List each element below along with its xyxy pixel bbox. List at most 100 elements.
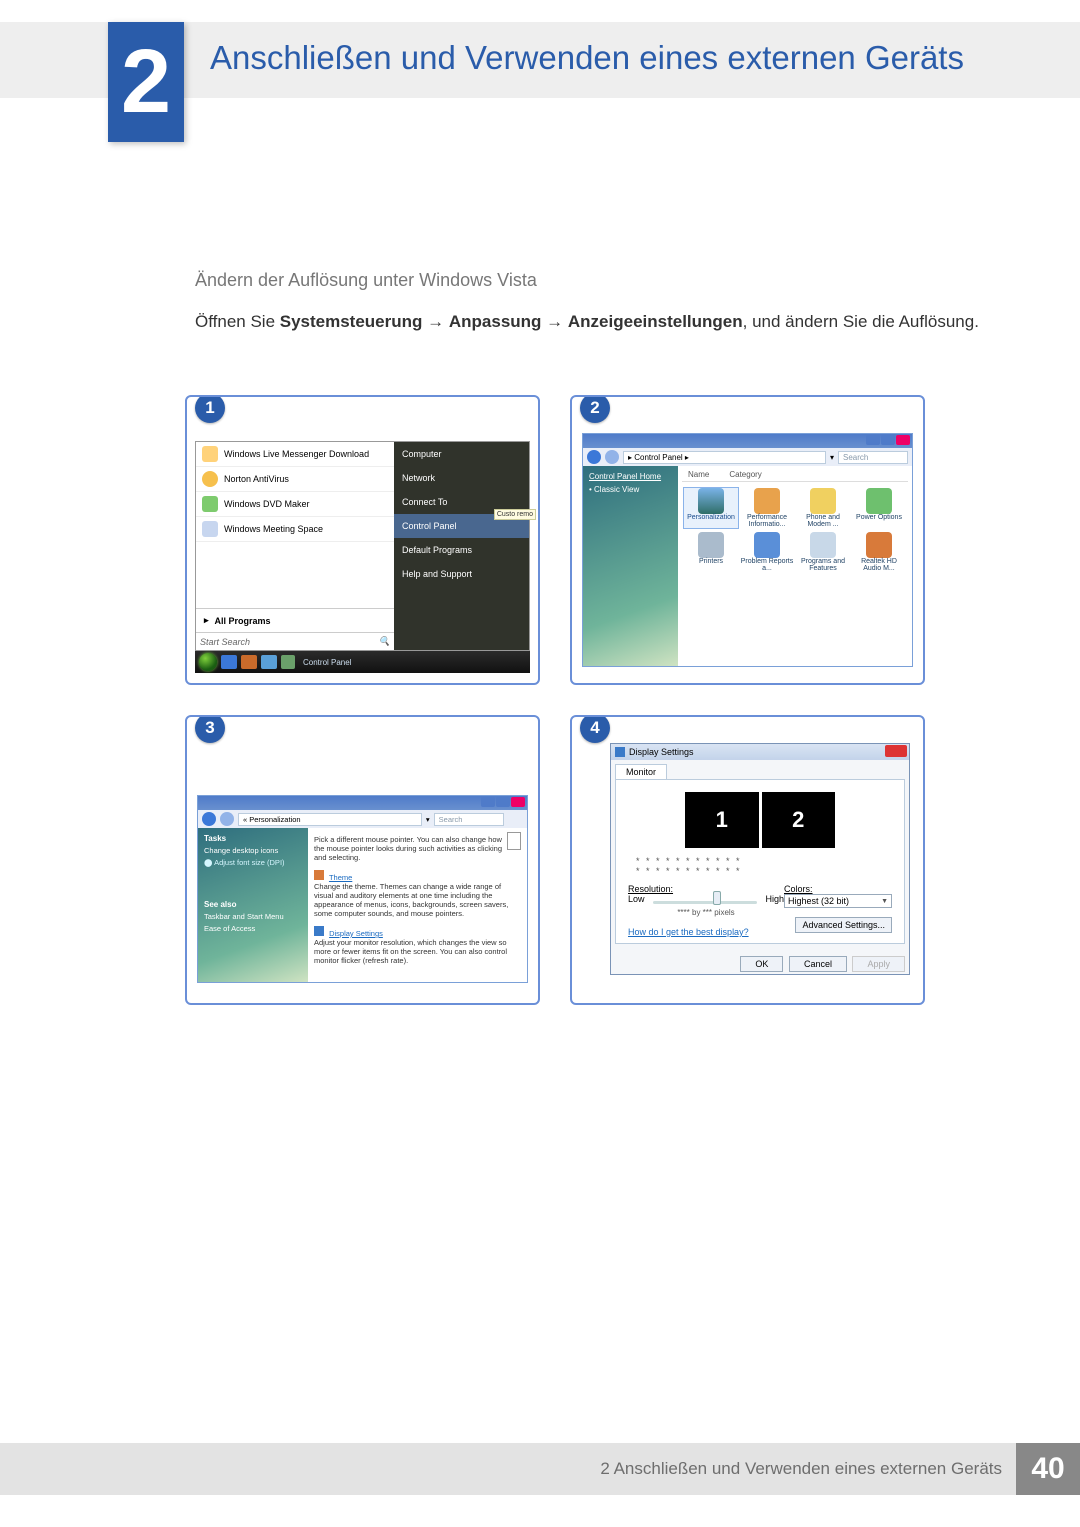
start-right-item[interactable]: Computer xyxy=(394,442,529,466)
taskbar-button[interactable] xyxy=(221,655,237,669)
monitor-1[interactable]: 1 xyxy=(685,792,759,848)
ok-button[interactable]: OK xyxy=(740,956,783,972)
start-right-item[interactable]: Help and Support xyxy=(394,562,529,586)
theme-icon xyxy=(314,870,324,880)
dialog-titlebar: Display Settings xyxy=(611,744,909,760)
personalization-window: « Personalization ▾ Search Tasks Change … xyxy=(197,795,528,983)
problem-icon xyxy=(754,532,780,558)
address-bar: ▸ Control Panel ▸ ▾ Search xyxy=(583,448,912,466)
close-icon[interactable] xyxy=(885,745,907,757)
start-menu-screenshot: Windows Live Messenger Download Norton A… xyxy=(195,441,530,651)
minimize-icon[interactable] xyxy=(481,797,495,807)
close-icon[interactable] xyxy=(896,435,910,445)
dropdown-icon[interactable]: ▾ xyxy=(830,453,834,462)
taskbar-button[interactable] xyxy=(241,655,257,669)
section-subheading: Ändern der Auflösung unter Windows Vista xyxy=(195,270,537,291)
msn-icon xyxy=(202,446,218,462)
step-panel-4: 4 Display Settings Monitor 1 2 * * * * *… xyxy=(570,715,925,1005)
chapter-title: Anschließen und Verwenden eines externen… xyxy=(210,38,964,78)
start-orb-icon[interactable] xyxy=(199,653,217,671)
page-number: 40 xyxy=(1016,1443,1080,1495)
sidebar-link[interactable]: Change desktop icons xyxy=(204,846,302,855)
cancel-button[interactable]: Cancel xyxy=(789,956,847,972)
search-input[interactable]: Search xyxy=(434,813,504,826)
start-right-item[interactable]: Default Programs xyxy=(394,538,529,562)
search-input[interactable]: Search xyxy=(838,451,908,464)
dialog-buttons: OK Cancel Apply xyxy=(611,954,909,974)
taskbar-button[interactable] xyxy=(261,655,277,669)
masked-text: * * * * * * * * * * * xyxy=(636,856,898,866)
start-search-input[interactable]: Start Search🔍 xyxy=(196,632,394,650)
sidebar-link[interactable]: Control Panel Home xyxy=(589,472,672,481)
dvd-icon xyxy=(202,496,218,512)
resolution-slider[interactable] xyxy=(653,895,758,904)
start-item[interactable]: Norton AntiVirus xyxy=(196,467,394,492)
start-right-item[interactable]: Network xyxy=(394,466,529,490)
cp-icon[interactable]: Programs and Features xyxy=(796,532,850,572)
help-link[interactable]: How do I get the best display? xyxy=(628,927,749,937)
close-icon[interactable] xyxy=(511,797,525,807)
tab-monitor[interactable]: Monitor xyxy=(615,764,667,779)
minimize-icon[interactable] xyxy=(866,435,880,445)
sidebar-link[interactable]: ⬤ Adjust font size (DPI) xyxy=(204,858,302,867)
cp-icon-personalization[interactable]: Personalization xyxy=(684,488,738,528)
footer-text: 2 Anschließen und Verwenden eines extern… xyxy=(600,1459,1002,1479)
taskbar: Control Panel xyxy=(195,651,530,673)
monitor-2[interactable]: 2 xyxy=(759,792,836,848)
taskbar-label: Control Panel xyxy=(303,658,351,667)
back-icon[interactable] xyxy=(587,450,601,464)
power-icon xyxy=(866,488,892,514)
pointer-desc: Pick a different mouse pointer. You can … xyxy=(314,835,521,862)
display-icon xyxy=(615,747,625,757)
step-badge-1: 1 xyxy=(195,395,225,423)
sidebar-link[interactable]: • Classic View xyxy=(589,485,672,494)
breadcrumb[interactable]: ▸ Control Panel ▸ xyxy=(623,451,826,464)
cp-icon[interactable]: Problem Reports a... xyxy=(740,532,794,572)
dropdown-icon[interactable]: ▾ xyxy=(426,815,430,824)
steps-grid: 1 Windows Live Messenger Download Norton… xyxy=(185,395,925,1005)
breadcrumb[interactable]: « Personalization xyxy=(238,813,422,826)
step-badge-4: 4 xyxy=(580,715,610,743)
sidebar-link[interactable]: Ease of Access xyxy=(204,924,302,933)
advanced-settings-button[interactable]: Advanced Settings... xyxy=(795,917,892,933)
page-footer: 2 Anschließen und Verwenden eines extern… xyxy=(0,1443,1080,1495)
tooltip: Custo remo xyxy=(494,509,536,520)
apply-button[interactable]: Apply xyxy=(852,956,905,972)
phone-icon xyxy=(810,488,836,514)
maximize-icon[interactable] xyxy=(881,435,895,445)
theme-desc: Change the theme. Themes can change a wi… xyxy=(314,882,521,918)
cp-icon[interactable]: Phone and Modem ... xyxy=(796,488,850,528)
start-item[interactable]: Windows DVD Maker xyxy=(196,492,394,517)
audio-icon xyxy=(866,532,892,558)
cp-icon[interactable]: Power Options xyxy=(852,488,906,528)
display-settings-dialog: Display Settings Monitor 1 2 * * * * * *… xyxy=(610,743,910,975)
all-programs[interactable]: ▸All Programs xyxy=(196,608,394,632)
start-item[interactable]: Windows Live Messenger Download xyxy=(196,442,394,467)
meeting-icon xyxy=(202,521,218,537)
cp-icon[interactable]: Realtek HD Audio M... xyxy=(852,532,906,572)
norton-icon xyxy=(202,471,218,487)
forward-icon[interactable] xyxy=(605,450,619,464)
step-badge-3: 3 xyxy=(195,715,225,743)
monitor-layout[interactable]: 1 2 xyxy=(685,792,835,848)
step-panel-3: 3 « Personalization ▾ Search Tasks Chang… xyxy=(185,715,540,1005)
theme-link[interactable]: Theme xyxy=(329,873,352,882)
sidebar-link[interactable]: Taskbar and Start Menu xyxy=(204,912,302,921)
window-titlebar xyxy=(583,434,912,448)
cp-icon[interactable]: Printers xyxy=(684,532,738,572)
display-desc: Adjust your monitor resolution, which ch… xyxy=(314,938,521,965)
cursor-preview-icon xyxy=(507,832,521,850)
sidebar-heading: Tasks xyxy=(204,834,302,843)
back-icon[interactable] xyxy=(202,812,216,826)
forward-icon[interactable] xyxy=(220,812,234,826)
maximize-icon[interactable] xyxy=(496,797,510,807)
colors-select[interactable]: Highest (32 bit)▼ xyxy=(784,894,892,908)
start-item[interactable]: Windows Meeting Space xyxy=(196,517,394,542)
sidebar-heading: See also xyxy=(204,900,302,909)
display-settings-link[interactable]: Display Settings xyxy=(329,929,383,938)
control-panel-icon[interactable] xyxy=(281,655,295,669)
colors-label: Colors: xyxy=(784,884,892,894)
cp-icon[interactable]: Performance Informatio... xyxy=(740,488,794,528)
resolution-label: Resolution: xyxy=(628,884,784,894)
step-badge-2: 2 xyxy=(580,395,610,423)
